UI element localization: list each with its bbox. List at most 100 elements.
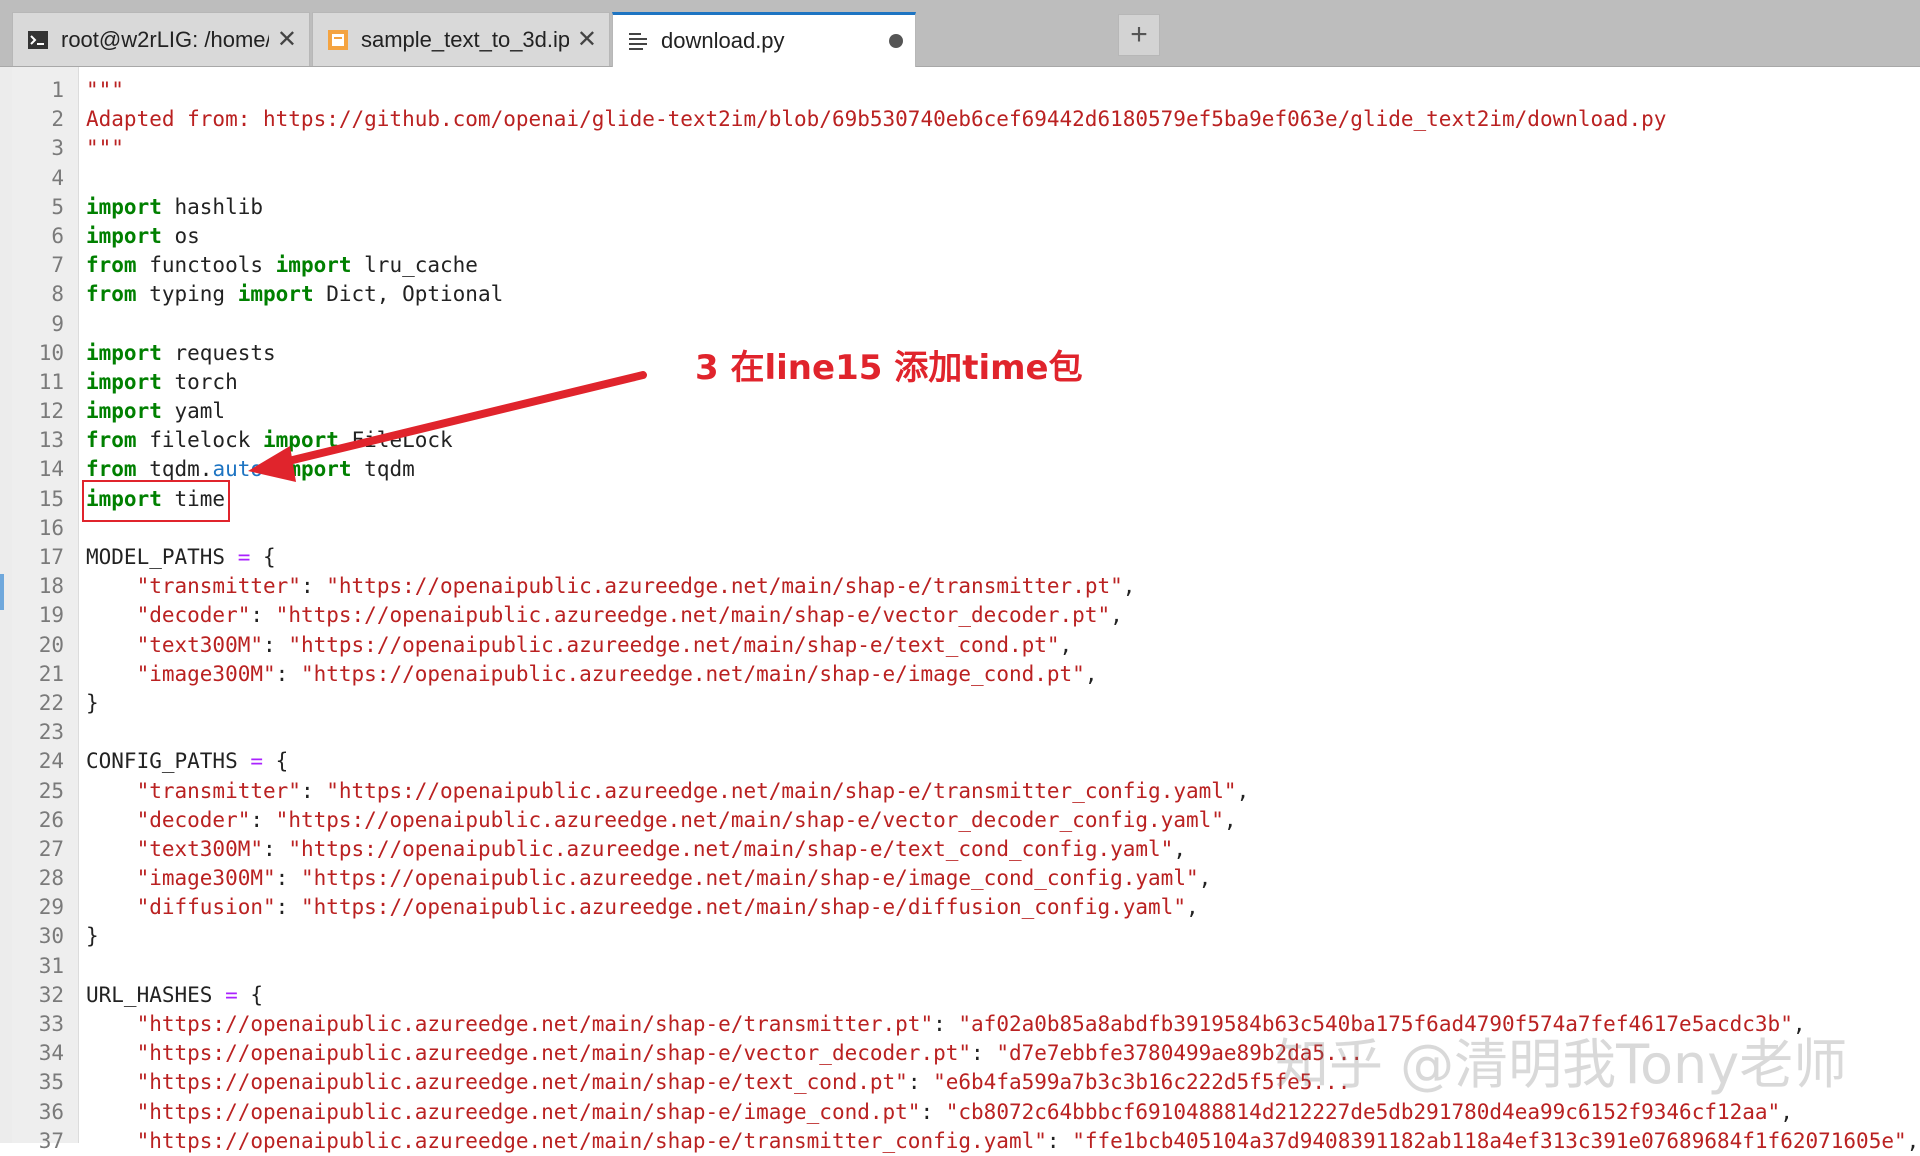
add-tab-button[interactable]: + — [1118, 14, 1160, 56]
line-text[interactable]: "transmitter": "https://openaipublic.azu… — [86, 572, 1136, 601]
code-line[interactable]: 16 — [0, 514, 1920, 543]
highlight-box-line-15 — [82, 480, 230, 522]
line-text[interactable]: "transmitter": "https://openaipublic.azu… — [86, 777, 1250, 806]
code-line[interactable]: 26 "decoder": "https://openaipublic.azur… — [0, 806, 1920, 835]
close-tab-button[interactable]: ✕ — [577, 25, 597, 54]
line-number: 9 — [51, 311, 64, 336]
line-number: 20 — [38, 632, 64, 657]
line-number: 35 — [38, 1070, 64, 1095]
code-line[interactable]: 4 — [0, 164, 1920, 193]
line-text[interactable]: "text300M": "https://openaipublic.azuree… — [86, 631, 1073, 660]
code-line[interactable]: 19 "decoder": "https://openaipublic.azur… — [0, 601, 1920, 630]
code-line[interactable]: 17 MODEL_PATHS = { — [0, 543, 1920, 572]
line-number: 25 — [38, 778, 64, 803]
code-line[interactable]: 36 "https://openaipublic.azureedge.net/m… — [0, 1098, 1920, 1127]
line-number: 6 — [51, 223, 64, 248]
line-text[interactable]: "https://openaipublic.azureedge.net/main… — [86, 1039, 1363, 1068]
line-number: 24 — [38, 749, 64, 774]
code-line[interactable]: 2 Adapted from: https://github.com/openai… — [0, 105, 1920, 134]
tab-label: root@w2rLIG: /home/shap-e — [61, 26, 269, 52]
notebook-icon — [328, 29, 348, 50]
line-number: 5 — [51, 194, 64, 219]
line-text[interactable]: import requests — [86, 339, 276, 368]
unsaved-indicator-icon[interactable] — [889, 34, 903, 48]
code-line[interactable]: 1 """ — [0, 76, 1920, 105]
line-text[interactable]: MODEL_PATHS = { — [86, 543, 276, 572]
line-text[interactable]: from typing import Dict, Optional — [86, 280, 503, 309]
line-text[interactable]: } — [86, 922, 99, 951]
line-number: 12 — [38, 399, 64, 424]
line-text[interactable]: Adapted from: https://github.com/openai/… — [86, 105, 1666, 134]
code-line[interactable]: 8 from typing import Dict, Optional — [0, 280, 1920, 309]
tab-label: download.py — [661, 28, 785, 53]
line-number: 29 — [38, 895, 64, 920]
code-line[interactable]: 5 import hashlib — [0, 193, 1920, 222]
code-line[interactable]: 20 "text300M": "https://openaipublic.azu… — [0, 631, 1920, 660]
line-number: 34 — [38, 1041, 64, 1066]
line-text[interactable]: import hashlib — [86, 193, 263, 222]
code-line[interactable]: 9 — [0, 310, 1920, 339]
code-line[interactable]: 3 """ — [0, 134, 1920, 163]
line-text[interactable]: "image300M": "https://openaipublic.azure… — [86, 660, 1098, 689]
code-line[interactable]: 23 — [0, 718, 1920, 747]
code-lines[interactable]: 1 """ 2 Adapted from: https://github.com/op… — [0, 76, 1920, 1156]
code-line[interactable]: 25 "transmitter": "https://openaipublic.… — [0, 777, 1920, 806]
line-number: 15 — [38, 486, 64, 511]
code-line[interactable]: 12 import yaml — [0, 397, 1920, 426]
code-line[interactable]: 6 import os — [0, 222, 1920, 251]
line-text[interactable]: import torch — [86, 368, 238, 397]
line-number: 36 — [38, 1099, 64, 1124]
line-text[interactable]: """ — [86, 76, 124, 105]
line-text[interactable]: "decoder": "https://openaipublic.azureed… — [86, 806, 1237, 835]
code-line[interactable]: 28 "image300M": "https://openaipublic.az… — [0, 864, 1920, 893]
code-line[interactable]: 21 "image300M": "https://openaipublic.az… — [0, 660, 1920, 689]
line-text[interactable]: "https://openaipublic.azureedge.net/main… — [86, 1068, 1351, 1097]
line-text[interactable]: "https://openaipublic.azureedge.net/main… — [86, 1127, 1920, 1156]
line-number: 31 — [38, 953, 64, 978]
line-number: 28 — [38, 866, 64, 891]
line-text[interactable]: URL_HASHES = { — [86, 981, 263, 1010]
code-line[interactable]: 7 from functools import lru_cache — [0, 251, 1920, 280]
line-number: 18 — [38, 574, 64, 599]
close-tab-button[interactable]: ✕ — [277, 25, 297, 54]
line-number: 32 — [38, 982, 64, 1007]
code-line[interactable]: 31 — [0, 952, 1920, 981]
line-number: 37 — [38, 1128, 64, 1153]
code-line[interactable]: 27 "text300M": "https://openaipublic.azu… — [0, 835, 1920, 864]
line-text[interactable]: CONFIG_PATHS = { — [86, 747, 288, 776]
code-line[interactable]: 24 CONFIG_PATHS = { — [0, 747, 1920, 776]
line-number: 10 — [38, 340, 64, 365]
code-line[interactable]: 32 URL_HASHES = { — [0, 981, 1920, 1010]
line-number: 7 — [51, 253, 64, 278]
code-line[interactable]: 15 import time — [0, 485, 1920, 514]
file-text-icon — [629, 33, 647, 50]
line-text[interactable]: "https://openaipublic.azureedge.net/main… — [86, 1098, 1793, 1127]
tab-terminal[interactable]: root@w2rLIG: /home/shap-e ✕ — [12, 12, 310, 66]
line-text[interactable]: import yaml — [86, 397, 225, 426]
terminal-icon — [28, 30, 48, 49]
line-text[interactable]: """ — [86, 134, 124, 163]
tab-notebook[interactable]: sample_text_to_3d.ipynb ✕ — [312, 12, 610, 66]
line-text[interactable]: import os — [86, 222, 200, 251]
line-text[interactable]: from functools import lru_cache — [86, 251, 478, 280]
code-line[interactable]: 37 "https://openaipublic.azureedge.net/m… — [0, 1127, 1920, 1156]
line-text[interactable]: "image300M": "https://openaipublic.azure… — [86, 864, 1212, 893]
line-number: 17 — [38, 545, 64, 569]
code-line[interactable]: 18 "transmitter": "https://openaipublic.… — [0, 572, 1920, 601]
line-text[interactable]: "diffusion": "https://openaipublic.azure… — [86, 893, 1199, 922]
line-number: 11 — [38, 369, 64, 394]
line-text[interactable]: from filelock import FileLock — [86, 426, 453, 455]
line-number: 23 — [38, 720, 64, 745]
line-text[interactable]: "decoder": "https://openaipublic.azureed… — [86, 601, 1123, 630]
line-text[interactable]: } — [86, 689, 99, 718]
code-line[interactable]: 29 "diffusion": "https://openaipublic.az… — [0, 893, 1920, 922]
code-line[interactable]: 22} — [0, 689, 1920, 718]
tab-download-py[interactable]: download.py — [612, 12, 916, 67]
line-number: 22 — [38, 690, 64, 715]
line-number: 33 — [38, 1012, 64, 1036]
tab-bar: root@w2rLIG: /home/shap-e ✕ sample_text_… — [0, 0, 1920, 67]
line-text[interactable]: "text300M": "https://openaipublic.azuree… — [86, 835, 1186, 864]
code-line[interactable]: 13 from filelock import FileLock — [0, 426, 1920, 455]
code-line[interactable]: 14 from tqdm.auto import tqdm — [0, 455, 1920, 484]
code-line[interactable]: 30} — [0, 922, 1920, 951]
